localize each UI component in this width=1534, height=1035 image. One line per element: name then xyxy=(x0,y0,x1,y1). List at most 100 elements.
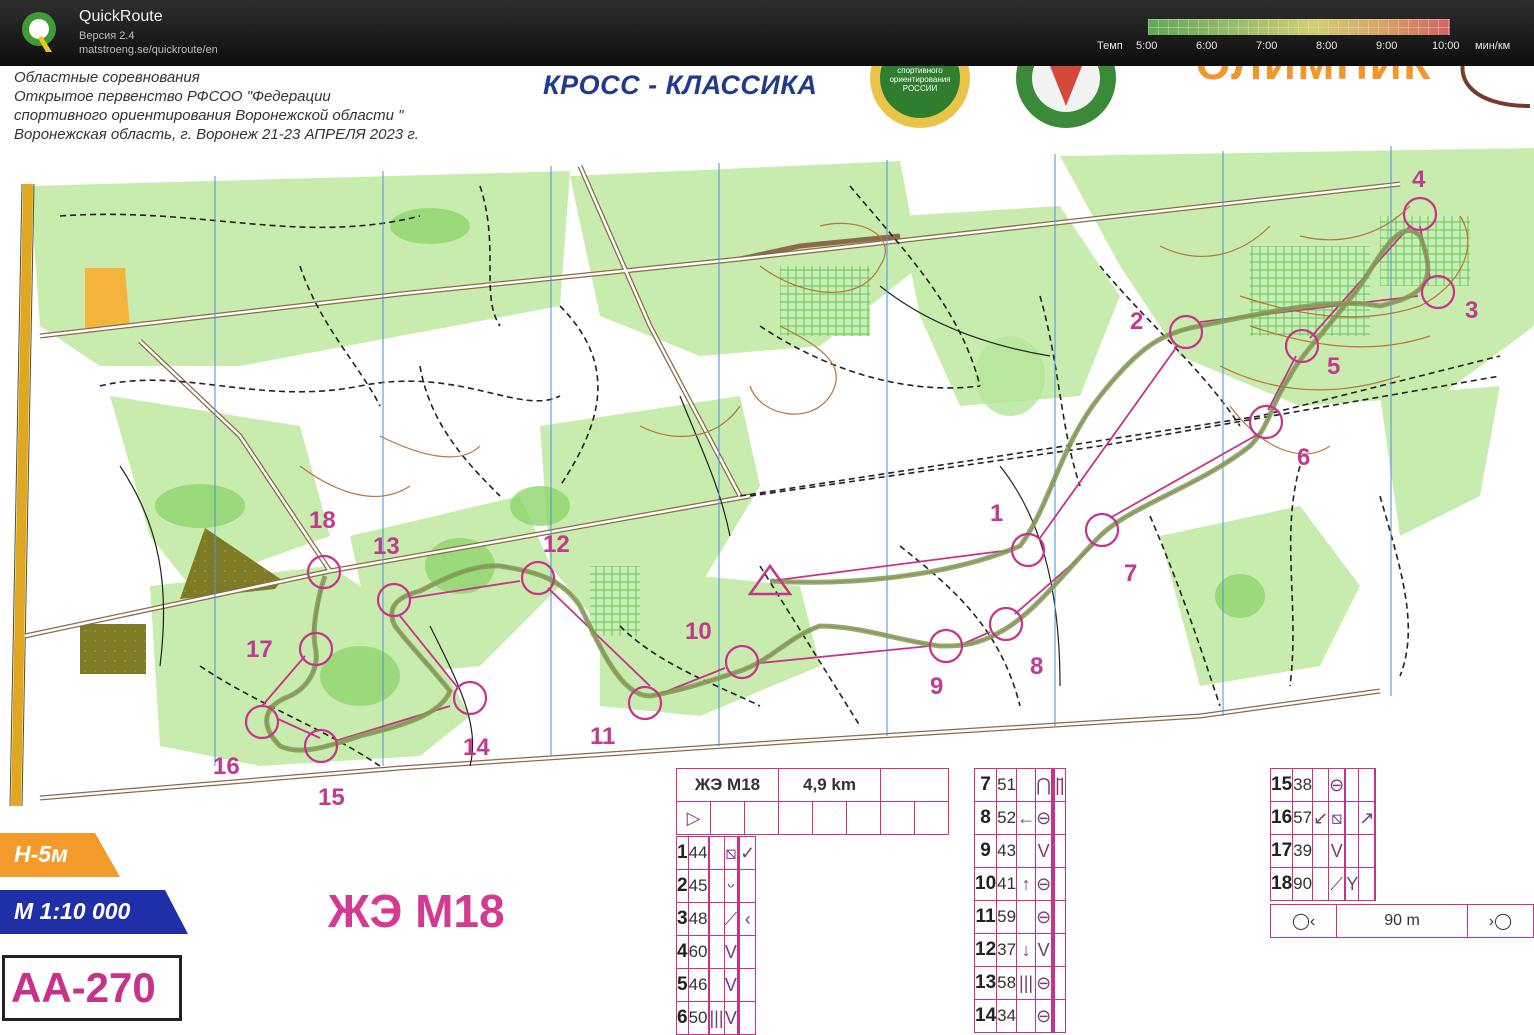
description-row: 17 39 V xyxy=(1269,834,1377,868)
control-number: 16 xyxy=(1269,801,1294,835)
control-code: 37 xyxy=(996,933,1018,967)
control-code: 57 xyxy=(1292,801,1314,835)
description-symbol: ⧅ xyxy=(723,836,739,870)
control-code: 59 xyxy=(996,900,1018,934)
description-row: 13 58 ||| ⊖ xyxy=(973,966,1066,1000)
description-symbol xyxy=(1016,900,1037,934)
control-number: 5 xyxy=(676,968,689,1002)
control-label: 4 xyxy=(1412,166,1426,193)
control-number: 7 xyxy=(973,768,998,802)
description-symbol: ↓ xyxy=(1016,933,1037,967)
control-code: 38 xyxy=(1292,768,1314,802)
sponsor-wordmark: ОЛИМПИК xyxy=(1196,66,1432,88)
control-code: 58 xyxy=(996,966,1018,1000)
start-symbol-icon: ▷ xyxy=(676,801,711,835)
event-line: Областные соревнования xyxy=(14,69,200,86)
pace-tick: 8:00 xyxy=(1316,40,1338,52)
control-code: 52 xyxy=(996,801,1018,835)
description-symbol: V xyxy=(1035,933,1053,967)
control-code: 34 xyxy=(996,999,1018,1033)
contour-interval-text: H-5м xyxy=(14,841,69,867)
sponsor-logo-icon xyxy=(1460,66,1531,108)
control-number: 2 xyxy=(676,869,689,903)
control-descriptions-table-1: ЖЭ М18 4,9 km ▷ xyxy=(676,768,949,835)
sponsor-wordmark-clip: ОЛИМПИК xyxy=(1196,66,1436,88)
description-symbol xyxy=(739,869,757,903)
description-symbol: ✓ xyxy=(739,836,757,870)
description-start-row: ▷ xyxy=(676,801,949,835)
finish-distance: 90 m xyxy=(1336,904,1468,938)
pace-tick: 7:00 xyxy=(1256,40,1278,52)
description-symbol: ↗ xyxy=(1358,801,1376,835)
control-label: 18 xyxy=(309,507,336,534)
description-symbol xyxy=(1374,768,1377,802)
control-label: 14 xyxy=(463,734,490,761)
description-symbol: ⊖ xyxy=(1035,867,1053,901)
description-symbol xyxy=(1358,834,1376,868)
contour-interval-badge: H-5м xyxy=(0,833,120,877)
control-descriptions-table2: 7 51 ⋂ |̄| 8 52 ← ⊖ 9 43 V 10 41 ↑ ⊖ 11 59 ⊖ 12 37 ↓ V 13 58 |||… xyxy=(973,768,1066,1033)
description-symbol: ⟋ xyxy=(723,902,739,936)
control-code: 43 xyxy=(996,834,1018,868)
app-version: Версия 2.4 xyxy=(79,30,135,42)
control-label: 17 xyxy=(246,636,273,663)
description-symbol: ↙ xyxy=(1312,801,1330,835)
control-label: 13 xyxy=(373,533,400,560)
description-symbol xyxy=(1054,867,1066,901)
description-symbol xyxy=(1016,834,1037,868)
pace-color-scale xyxy=(1148,19,1450,35)
description-symbol: V xyxy=(1328,834,1346,868)
description-symbol xyxy=(1345,801,1360,835)
control-number: 13 xyxy=(973,966,998,1000)
app-title: QuickRoute xyxy=(79,8,163,25)
description-row: 15 38 ⊖ xyxy=(1269,768,1377,802)
finish-left-icon: ◯‹ xyxy=(1269,904,1338,938)
control-number: 14 xyxy=(973,999,998,1033)
description-row: 16 57 ↙ ⧅ ↗ xyxy=(1269,801,1377,835)
description-symbol xyxy=(1312,867,1330,901)
description-symbol: ⊖ xyxy=(1035,801,1053,835)
description-length: 4,9 km xyxy=(778,768,881,802)
description-symbol xyxy=(1312,768,1330,802)
control-code: 46 xyxy=(687,968,709,1002)
code-box: АА-270 xyxy=(2,955,182,1021)
description-course: ЖЭ М18 xyxy=(676,768,779,802)
description-symbol: ‹ xyxy=(739,902,757,936)
control-number: 1 xyxy=(676,836,689,870)
description-row: 14 34 ⊖ xyxy=(973,999,1066,1033)
control-code: 48 xyxy=(687,902,709,936)
control-label: 9 xyxy=(930,673,944,700)
app-url: matstroeng.se/quickroute/en xyxy=(79,44,218,56)
control-label: 11 xyxy=(590,723,616,750)
description-symbol: ← xyxy=(1016,801,1037,835)
code-text: АА-270 xyxy=(11,964,156,1011)
scale-badge: М 1:10 000 xyxy=(0,890,188,934)
control-code: 41 xyxy=(996,867,1018,901)
quickroute-toolbar: QuickRoute Версия 2.4 matstroeng.se/quic… xyxy=(0,0,1534,66)
control-label: 16 xyxy=(213,753,240,780)
control-label: 15 xyxy=(318,784,345,811)
description-symbol xyxy=(1345,834,1360,868)
control-label: 3 xyxy=(1465,297,1479,324)
control-code: 39 xyxy=(1292,834,1314,868)
emblem-caption: спортивного ориентирования РОССИИ xyxy=(889,66,951,93)
control-number: 12 xyxy=(973,933,998,967)
course-name: ЖЭ М18 xyxy=(328,885,505,937)
control-number: 6 xyxy=(676,1001,689,1035)
description-symbol: ⊖ xyxy=(1035,999,1053,1033)
description-symbol xyxy=(1358,768,1376,802)
control-descriptions-table1: 1 44 ⧅ ✓ 2 45 ᵕ 3 48 ⟋ ‹ 4 60 V 5 46 V 6 50 ||| V xyxy=(676,836,757,1035)
description-symbol: ⊖ xyxy=(1328,768,1346,802)
control-code: 44 xyxy=(687,836,709,870)
description-symbol: V xyxy=(723,935,739,969)
control-label: 2 xyxy=(1130,308,1144,335)
control-code: 90 xyxy=(1292,867,1314,901)
description-symbol: |̄| xyxy=(1054,768,1066,802)
control-number: 17 xyxy=(1269,834,1294,868)
control-number: 8 xyxy=(973,801,998,835)
description-row: 1 44 ⧅ ✓ xyxy=(676,836,757,870)
description-symbol: ||| xyxy=(708,1001,725,1035)
description-row: 9 43 V xyxy=(973,834,1066,868)
description-symbol xyxy=(708,935,725,969)
pace-tick: 9:00 xyxy=(1376,40,1398,52)
